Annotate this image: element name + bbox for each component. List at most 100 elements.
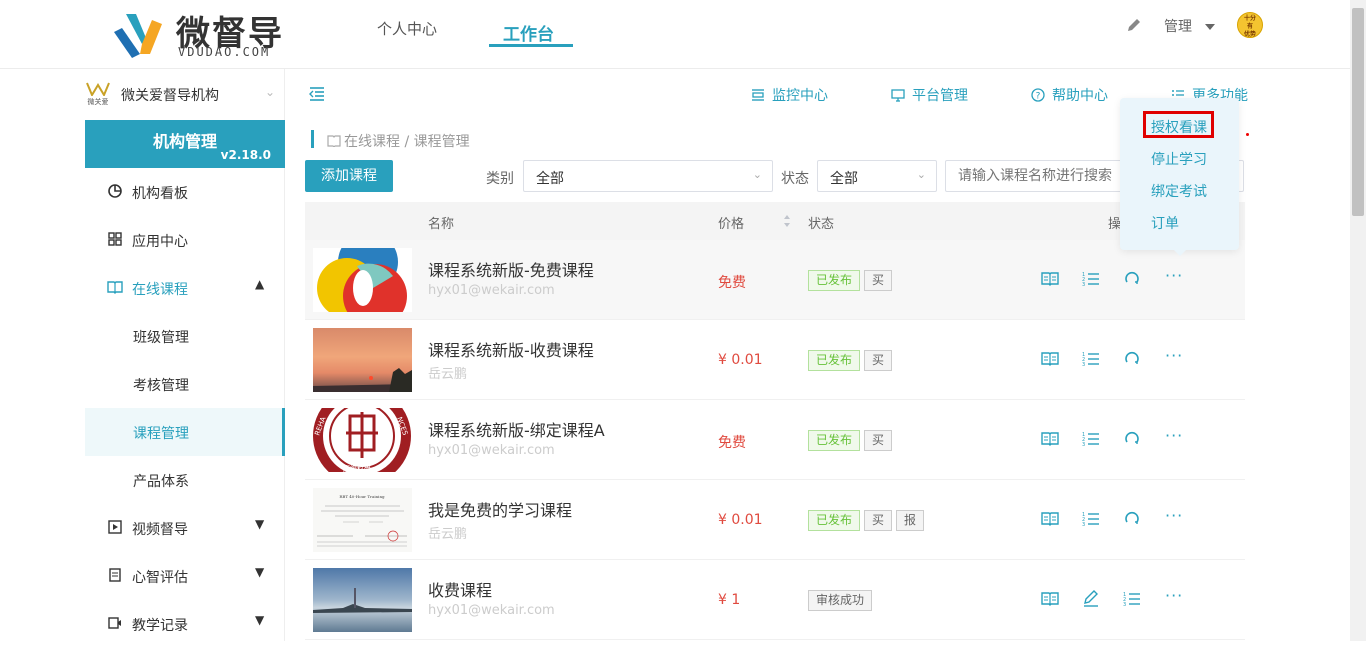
refresh-icon[interactable] (1123, 270, 1141, 288)
status-badge: 已发布 (808, 430, 861, 451)
org-logo: 微关爱 (86, 82, 110, 106)
course-thumbnail[interactable]: RBT 40-Hour Training (313, 488, 412, 552)
course-thumbnail[interactable] (313, 568, 412, 632)
course-owner: 岳云鹏 (428, 367, 468, 382)
more-icon[interactable]: ··· (1165, 506, 1183, 525)
nav-monitor-center[interactable]: 监控中心 (751, 85, 828, 105)
chevron-up-icon: ▲ (255, 277, 265, 291)
menu-item-stop-learning[interactable]: 停止学习 (1151, 149, 1207, 169)
add-course-button[interactable]: 添加课程 (305, 160, 393, 192)
course-thumbnail[interactable]: REHA NCES 康復科學 (313, 408, 412, 472)
caret-down-icon[interactable] (1205, 24, 1215, 30)
course-owner: 岳云鹏 (428, 527, 468, 542)
nav-label: 监控中心 (772, 88, 828, 104)
sidebar-item-online-course[interactable]: 在线课程 ▲ (85, 264, 285, 312)
sidebar-item-mind-assessment[interactable]: 心智评估 ▼ (85, 552, 285, 600)
course-owner: hyx01@wekair.com (428, 443, 555, 458)
edit-icon[interactable] (1082, 590, 1100, 608)
play-icon (108, 520, 122, 534)
refresh-icon[interactable] (1123, 350, 1141, 368)
more-icon[interactable]: ··· (1165, 266, 1183, 285)
active-tab-indicator (489, 44, 573, 47)
thumbnail-image (313, 328, 412, 392)
chevron-down-icon[interactable]: ⌄ (265, 85, 275, 99)
org-switcher[interactable]: 微关爱 微关爱督导机构 ⌄ (85, 79, 285, 109)
category-select[interactable]: 全部 ⌄ (523, 160, 773, 192)
chevron-down-icon: ▼ (255, 517, 265, 531)
sidebar-item-app-center[interactable]: 应用中心 (85, 216, 285, 264)
sidebar-item-product-system[interactable]: 产品体系 (85, 456, 285, 504)
sidebar-item-video-supervision[interactable]: 视频督导 ▼ (85, 504, 285, 552)
brand-domain: VDUDAO.COM (178, 45, 271, 59)
more-icon[interactable]: ··· (1165, 426, 1183, 445)
course-name[interactable]: 我是免费的学习课程 (428, 497, 572, 521)
list-icon[interactable]: 123 (1123, 590, 1141, 608)
course-thumbnail[interactable] (313, 248, 412, 312)
category-label: 类别 (486, 171, 514, 187)
more-icon[interactable]: ··· (1165, 346, 1183, 365)
tag-badge: 买 (864, 510, 893, 531)
avatar[interactable]: 十分有优势 (1237, 12, 1263, 38)
sidebar-item-course-management[interactable]: 课程管理 (85, 408, 285, 456)
sidebar-item-dashboard[interactable]: 机构看板 (85, 168, 285, 216)
pie-chart-icon (108, 184, 122, 198)
sidebar-item-label: 视频督导 (132, 522, 188, 538)
refresh-icon[interactable] (1123, 510, 1141, 528)
book-icon[interactable] (1041, 350, 1059, 368)
list-icon[interactable]: 123 (1082, 430, 1100, 448)
course-thumbnail[interactable] (313, 328, 412, 392)
category-value: 全部 (536, 171, 564, 187)
desktop-icon (891, 89, 905, 102)
org-logo-text: 微关爱 (87, 98, 109, 106)
nav-label: 平台管理 (912, 88, 968, 104)
tab-workbench[interactable]: 工作台 (503, 20, 554, 45)
video-icon (108, 617, 121, 629)
course-name[interactable]: 课程系统新版-收费课程 (428, 337, 594, 361)
refresh-icon[interactable] (1123, 430, 1141, 448)
table-row: 课程系统新版-收费课程 岳云鹏 ¥ 0.01 已发布买 123 ··· (305, 320, 1245, 400)
sidebar-item-assessment-management[interactable]: 考核管理 (85, 360, 285, 408)
help-circle-icon: ? (1031, 88, 1045, 102)
seal-text-bottom: 康復科學 (343, 464, 371, 472)
book-icon[interactable] (1041, 430, 1059, 448)
menu-item-bind-exam[interactable]: 绑定考试 (1151, 181, 1207, 201)
sidebar-item-class-management[interactable]: 班级管理 (85, 312, 285, 360)
table-row: 收费课程 hyx01@wekair.com ¥ 1 审核成功 123 ··· (305, 560, 1245, 640)
tag-badge: 买 (864, 350, 893, 371)
sidebar-item-label: 在线课程 (132, 282, 188, 298)
course-name[interactable]: 收费课程 (428, 577, 492, 601)
status-badge: 审核成功 (808, 590, 873, 611)
book-icon[interactable] (1041, 510, 1059, 528)
nav-platform-management[interactable]: 平台管理 (891, 85, 968, 105)
list-icon[interactable]: 123 (1082, 270, 1100, 288)
header-name: 名称 (428, 217, 455, 232)
tab-personal-center[interactable]: 个人中心 (377, 18, 437, 39)
monitor-list-icon (752, 89, 764, 101)
book-icon[interactable] (1041, 270, 1059, 288)
thumbnail-image: REHA NCES 康復科學 (313, 408, 412, 472)
header-price[interactable]: 价格 (718, 213, 744, 232)
nav-label: 帮助中心 (1052, 88, 1108, 104)
list-icon[interactable]: 123 (1082, 350, 1100, 368)
course-price: ¥ 1 (718, 592, 741, 608)
status-select[interactable]: 全部 ⌄ (817, 160, 937, 192)
red-dot (1246, 133, 1249, 136)
svg-text:3: 3 (1082, 362, 1085, 368)
menu-item-orders[interactable]: 订单 (1151, 213, 1179, 233)
course-name[interactable]: 课程系统新版-免费课程 (428, 257, 594, 281)
list-icon[interactable]: 123 (1082, 510, 1100, 528)
dropdown-arrow (1173, 249, 1187, 256)
book-icon (107, 281, 123, 294)
sort-icon[interactable] (783, 213, 791, 229)
book-icon[interactable] (1041, 590, 1059, 608)
collapse-menu-icon[interactable] (309, 86, 325, 101)
pencil-icon[interactable] (1126, 17, 1142, 33)
scrollbar-thumb[interactable] (1352, 8, 1364, 216)
thumbnail-image (313, 248, 412, 312)
nav-help-center[interactable]: ? 帮助中心 (1031, 85, 1108, 105)
course-name[interactable]: 课程系统新版-绑定课程A (428, 417, 605, 441)
more-icon[interactable]: ··· (1165, 586, 1183, 605)
course-price: 免费 (718, 435, 746, 451)
admin-menu[interactable]: 管理 (1164, 16, 1192, 36)
book-icon (327, 135, 341, 148)
